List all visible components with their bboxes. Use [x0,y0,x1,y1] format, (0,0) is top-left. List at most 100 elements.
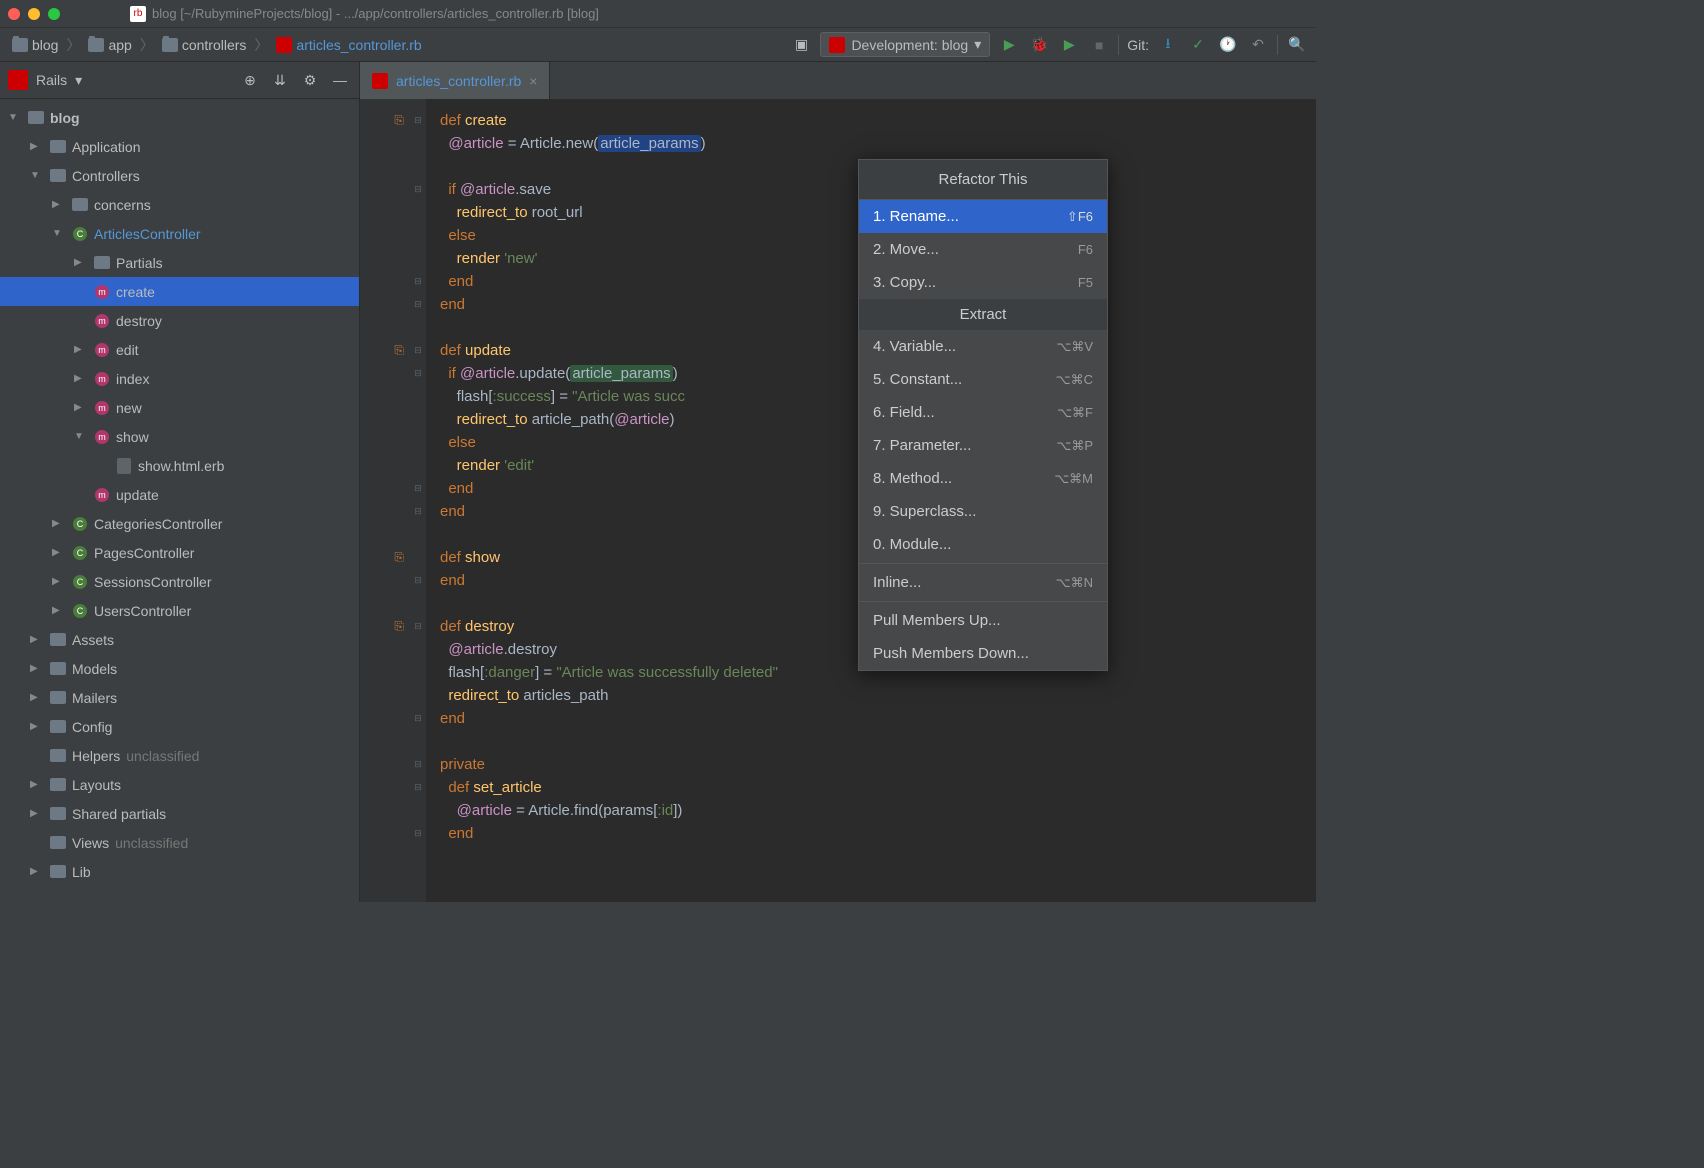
method-icon: m [94,400,110,416]
search-button[interactable]: 🔍 [1286,34,1308,56]
folder-icon [50,864,66,880]
tree-item[interactable]: ▶concerns [0,190,359,219]
tree-label: update [116,487,159,503]
git-label: Git: [1127,37,1149,53]
tree-item[interactable]: mdestroy [0,306,359,335]
breadcrumb-item[interactable]: articles_controller.rb [272,35,425,55]
titlebar: rb blog [~/RubymineProjects/blog] - .../… [0,0,1316,28]
tree-item[interactable]: ▶Assets [0,625,359,654]
code-editor[interactable]: ⎘⎘⎘⎘ ⊟⊟⊟⊟⊟⊟⊟⊟⊟⊟⊟⊟⊟⊟ def create @article … [360,99,1316,902]
folder-icon [50,139,66,155]
menu-item[interactable]: Pull Members Up... [859,604,1107,637]
menu-item[interactable]: 6. Field...⌥⌘F [859,396,1107,429]
tree-item[interactable]: ▶CUsersController [0,596,359,625]
tree-item[interactable]: ▶Config [0,712,359,741]
gear-icon[interactable]: ⚙ [299,69,321,91]
project-sidebar: Rails ▾ ⊕ ⇊ ⚙ — ▼blog▶Application▼Contro… [0,62,360,902]
menu-item[interactable]: 4. Variable...⌥⌘V [859,330,1107,363]
build-button[interactable]: ▣ [790,34,812,56]
tree-item[interactable]: ▶Shared partials [0,799,359,828]
git-update-button[interactable]: ⭳ [1157,34,1179,56]
folder-icon [50,777,66,793]
menu-item[interactable]: 2. Move...F6 [859,233,1107,266]
ruby-file-icon [372,73,388,89]
tree-item[interactable]: ▶Layouts [0,770,359,799]
class-icon: C [72,226,88,242]
breadcrumb-item[interactable]: blog [8,35,62,55]
tree-item[interactable]: ▶CCategoriesController [0,509,359,538]
rails-icon [8,70,28,90]
tree-item[interactable]: ▶Models [0,654,359,683]
git-history-button[interactable]: 🕐 [1217,34,1239,56]
menu-item[interactable]: 8. Method...⌥⌘M [859,462,1107,495]
project-tree[interactable]: ▼blog▶Application▼Controllers▶concerns▼C… [0,99,359,902]
tree-label: SessionsController [94,574,212,590]
tree-item[interactable]: ▼Controllers [0,161,359,190]
tree-item[interactable]: ▶ C SessionsController [0,567,359,596]
menu-section-header: Extract [859,299,1107,330]
breadcrumb-item[interactable]: app [84,35,135,55]
class-icon: C [72,574,88,590]
menu-item[interactable]: 3. Copy...F5 [859,266,1107,299]
minimize-window-button[interactable] [28,8,40,20]
menu-item[interactable]: 1. Rename...⇧F6 [859,200,1107,233]
tree-arrow-icon: ▶ [52,518,66,529]
target-icon[interactable]: ⊕ [239,69,261,91]
collapse-icon[interactable]: ⇊ [269,69,291,91]
git-revert-button[interactable]: ↶ [1247,34,1269,56]
tree-item[interactable]: Viewsunclassified [0,828,359,857]
tree-arrow-icon: ▶ [74,373,88,384]
debug-button[interactable]: 🐞 [1028,34,1050,56]
folder-icon [50,632,66,648]
menu-item[interactable]: 5. Constant...⌥⌘C [859,363,1107,396]
tree-item[interactable]: show.html.erb [0,451,359,480]
tree-item[interactable]: ▶Mailers [0,683,359,712]
tree-item[interactable]: ▶CPagesController [0,538,359,567]
run-configuration-dropdown[interactable]: Development: blog ▾ [820,32,990,57]
maximize-window-button[interactable] [48,8,60,20]
tree-item[interactable]: ▶Partials [0,248,359,277]
tree-arrow-icon: ▼ [30,170,44,181]
tree-item[interactable]: Helpersunclassified [0,741,359,770]
breadcrumb-item[interactable]: controllers [158,35,251,55]
tree-label: UsersController [94,603,191,619]
tree-item[interactable]: ▼mshow [0,422,359,451]
menu-item[interactable]: 9. Superclass... [859,495,1107,528]
minimize-icon[interactable]: — [329,69,351,91]
stop-button[interactable]: ■ [1088,34,1110,56]
tree-item[interactable]: ▶medit [0,335,359,364]
menu-item[interactable]: Inline...⌥⌘N [859,566,1107,599]
tree-item[interactable]: mcreate [0,277,359,306]
git-commit-button[interactable]: ✓ [1187,34,1209,56]
tree-arrow-icon: ▶ [52,576,66,587]
tree-item[interactable]: ▼blog [0,103,359,132]
close-window-button[interactable] [8,8,20,20]
folder-icon [88,38,104,52]
tree-item[interactable]: ▶mindex [0,364,359,393]
tree-item[interactable]: ▶mnew [0,393,359,422]
editor-tab[interactable]: articles_controller.rb × [360,62,550,99]
run-coverage-button[interactable]: ▶ [1058,34,1080,56]
menu-item[interactable]: 7. Parameter...⌥⌘P [859,429,1107,462]
tree-item[interactable]: ▶Application [0,132,359,161]
tree-label: show.html.erb [138,458,224,474]
tree-label: Mailers [72,690,117,706]
chevron-down-icon[interactable]: ▾ [75,72,82,89]
tree-arrow-icon: ▶ [30,779,44,790]
run-button[interactable]: ▶ [998,34,1020,56]
folder-icon [50,719,66,735]
tree-label: concerns [94,197,151,213]
menu-item[interactable]: Push Members Down... [859,637,1107,670]
class-icon: C [72,516,88,532]
tree-label: new [116,400,142,416]
tree-arrow-icon: ▼ [74,431,88,442]
folder-icon [50,168,66,184]
sidebar-title[interactable]: Rails [36,72,67,88]
menu-item[interactable]: 0. Module... [859,528,1107,561]
close-tab-button[interactable]: × [529,73,537,89]
tree-item[interactable]: mupdate [0,480,359,509]
tree-item[interactable]: ▶Lib [0,857,359,886]
tree-item[interactable]: ▼CArticlesController [0,219,359,248]
editor-tabs: articles_controller.rb × [360,62,1316,99]
tree-label: Config [72,719,112,735]
